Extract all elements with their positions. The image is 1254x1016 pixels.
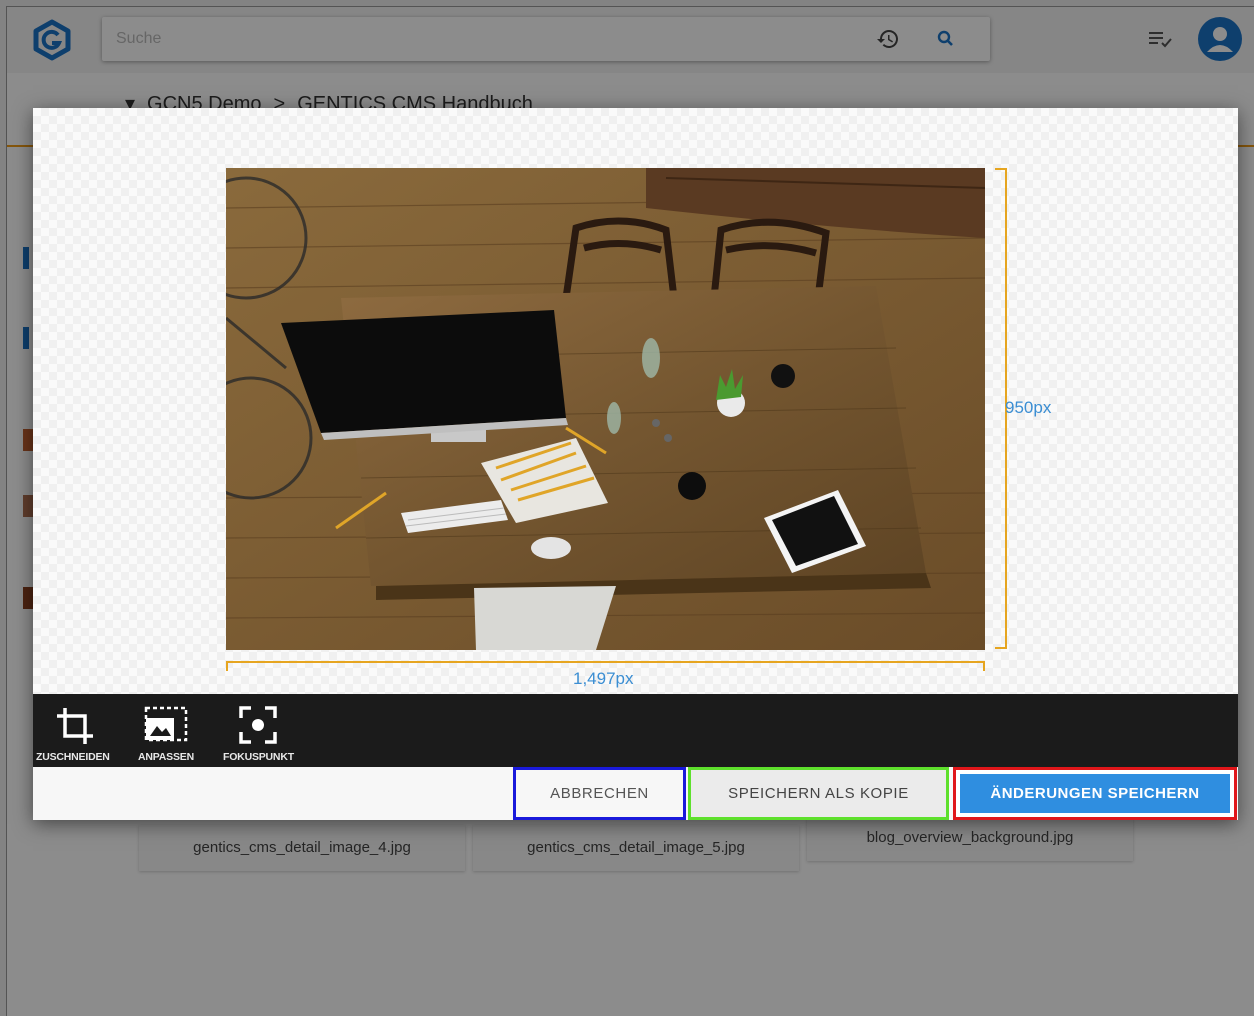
tool-focal-point[interactable]: FOKUSPUNKT — [217, 694, 299, 767]
tool-crop[interactable]: ZUSCHNEIDEN — [33, 694, 115, 767]
tool-focal-point-label: FOKUSPUNKT — [223, 751, 294, 763]
tool-crop-label: ZUSCHNEIDEN — [36, 751, 110, 763]
crop-icon — [57, 708, 93, 744]
save-as-copy-button[interactable]: SPEICHERN ALS KOPIE — [688, 767, 949, 820]
save-changes-label: ÄNDERUNGEN SPEICHERN — [960, 774, 1230, 813]
cancel-button[interactable]: ABBRECHEN — [513, 767, 686, 820]
tool-resize[interactable]: ANPASSEN — [131, 694, 203, 767]
resize-icon — [144, 706, 188, 742]
save-changes-button[interactable]: ÄNDERUNGEN SPEICHERN — [953, 767, 1237, 820]
editor-toolbar: ZUSCHNEIDEN ANPASSEN FOKUSPUNKT — [33, 694, 1238, 767]
modal-actions: ABBRECHEN SPEICHERN ALS KOPIE ÄNDERUNGEN… — [33, 767, 1238, 820]
tool-resize-label: ANPASSEN — [138, 751, 194, 763]
image-editor-modal: 950px 1,497px ZUSCHNEIDEN ANPASSEN FOKUS… — [33, 108, 1238, 820]
image-canvas: 950px 1,497px — [33, 108, 1238, 694]
edited-image[interactable] — [226, 168, 985, 650]
focal-point-icon — [239, 706, 277, 744]
height-label: 950px — [1005, 398, 1052, 417]
width-label: 1,497px — [573, 669, 634, 688]
